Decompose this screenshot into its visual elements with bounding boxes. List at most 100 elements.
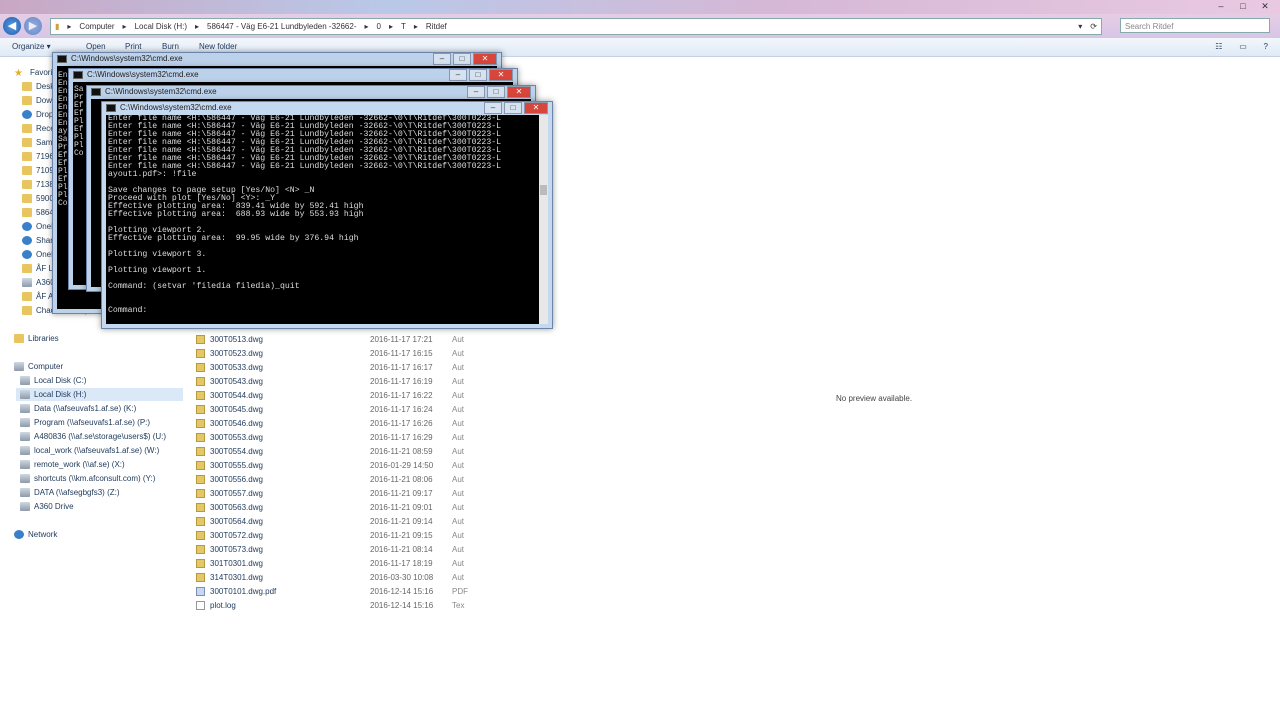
nav-drive[interactable]: shortcuts (\\km.afconsult.com) (Y:)	[20, 472, 155, 485]
dwg-file-icon	[196, 502, 205, 512]
scrollbar-thumb[interactable]	[540, 185, 547, 195]
address-row: ◀ ▶ ▮ ▸ Computer ▸ Local Disk (H:) ▸ 586447…	[0, 14, 1280, 38]
burn-button[interactable]: Burn	[162, 42, 179, 51]
nav-libraries[interactable]: Libraries	[14, 332, 59, 345]
text-file-icon	[196, 600, 205, 610]
nav-computer[interactable]: Computer	[14, 360, 63, 373]
file-row[interactable]: 300T0563.dwg 2016-11-21 09:01 Aut	[196, 500, 476, 514]
breadcrumb-segment[interactable]: T	[401, 22, 406, 31]
new-folder-button[interactable]: New folder	[199, 42, 237, 51]
maximize-button[interactable]: □	[469, 69, 487, 81]
minimize-button[interactable]: –	[484, 102, 502, 114]
preview-pane-icon[interactable]: ▭	[1239, 42, 1247, 51]
file-row[interactable]: 300T0573.dwg 2016-11-21 08:14 Aut	[196, 542, 476, 556]
file-row[interactable]: 300T0523.dwg 2016-11-17 16:15 Aut	[196, 346, 476, 360]
folder-icon	[22, 96, 32, 105]
back-arrow-icon[interactable]: ◀	[3, 17, 21, 35]
close-button[interactable]: ✕	[524, 102, 548, 114]
dwg-file-icon	[196, 362, 205, 372]
dropdown-icon[interactable]: ▾	[1078, 22, 1082, 31]
minimize-button[interactable]: –	[1210, 0, 1232, 12]
open-button[interactable]: Open	[86, 42, 106, 51]
minimize-button[interactable]: –	[449, 69, 467, 81]
onedrive-icon	[22, 222, 32, 231]
nav-favorite-item[interactable]: 7138	[22, 178, 54, 191]
breadcrumb-segment[interactable]: Local Disk (H:)	[135, 22, 187, 31]
file-row[interactable]: 300T0533.dwg 2016-11-17 16:17 Aut	[196, 360, 476, 374]
folder-icon	[22, 166, 32, 175]
file-row[interactable]: 300T0513.dwg 2016-11-17 17:21 Aut	[196, 332, 476, 346]
nav-drive[interactable]: DATA (\\afsegbgfs3) (Z:)	[20, 486, 120, 499]
refresh-icon[interactable]: ⟳	[1090, 22, 1097, 31]
nav-drive-selected[interactable]: Local Disk (H:)	[16, 388, 183, 401]
close-button[interactable]: ✕	[473, 53, 497, 65]
view-options-icon[interactable]: ☷	[1215, 42, 1222, 51]
nav-favorite-item[interactable]: 7196	[22, 150, 54, 163]
file-row[interactable]: 300T0557.dwg 2016-11-21 09:17 Aut	[196, 486, 476, 500]
nav-drive[interactable]: Data (\\afseuvafs1.af.se) (K:)	[20, 402, 136, 415]
console-line: Command:	[108, 306, 148, 315]
file-row[interactable]: 300T0556.dwg 2016-11-21 08:06 Aut	[196, 472, 476, 486]
file-row[interactable]: plot.log 2016-12-14 15:16 Tex	[196, 598, 476, 612]
maximize-button[interactable]: □	[487, 86, 505, 98]
dwg-file-icon	[196, 334, 205, 344]
file-row[interactable]: 300T0555.dwg 2016-01-29 14:50 Aut	[196, 458, 476, 472]
console-scrollbar[interactable]	[539, 115, 548, 324]
folder-icon	[22, 292, 32, 301]
organize-button[interactable]: Organize ▾	[12, 42, 51, 51]
file-row[interactable]: 314T0301.dwg 2016-03-30 10:08 Aut	[196, 570, 476, 584]
minimize-button[interactable]: –	[467, 86, 485, 98]
close-button[interactable]: ✕	[489, 69, 513, 81]
sharepoint-icon	[22, 236, 32, 245]
libraries-icon	[14, 334, 24, 343]
nav-favorite-item[interactable]: 5900	[22, 192, 54, 205]
breadcrumb-segment[interactable]: Computer	[79, 22, 114, 31]
file-row[interactable]: 300T0101.dwg.pdf 2016-12-14 15:16 PDF	[196, 584, 476, 598]
nav-drive[interactable]: Local Disk (C:)	[20, 374, 86, 387]
forward-arrow-icon[interactable]: ▶	[24, 17, 42, 35]
minimize-button[interactable]: –	[433, 53, 451, 65]
dwg-file-icon	[196, 474, 205, 484]
network-drive-icon	[20, 404, 30, 413]
nav-network[interactable]: Network	[14, 528, 57, 541]
folder-icon	[22, 194, 32, 203]
close-button[interactable]: ✕	[507, 86, 531, 98]
nav-drive[interactable]: Program (\\afseuvafs1.af.se) (P:)	[20, 416, 150, 429]
file-row[interactable]: 300T0543.dwg 2016-11-17 16:19 Aut	[196, 374, 476, 388]
folder-icon	[22, 82, 32, 91]
file-row[interactable]: 301T0301.dwg 2016-11-17 18:19 Aut	[196, 556, 476, 570]
nav-drive[interactable]: A360 Drive	[20, 500, 74, 513]
breadcrumb-segment[interactable]: 586447 - Väg E6-21 Lundbyleden -32662-	[207, 22, 356, 31]
close-button[interactable]: ✕	[1254, 0, 1276, 12]
onedrive-icon	[22, 250, 32, 259]
file-row[interactable]: 300T0554.dwg 2016-11-21 08:59 Aut	[196, 444, 476, 458]
maximize-button[interactable]: □	[504, 102, 522, 114]
search-input[interactable]: Search Ritdef	[1120, 18, 1270, 33]
dwg-file-icon	[196, 460, 205, 470]
breadcrumb-segment[interactable]: 0	[377, 22, 381, 31]
help-icon[interactable]: ?	[1264, 42, 1268, 51]
file-row[interactable]: 300T0546.dwg 2016-11-17 16:26 Aut	[196, 416, 476, 430]
cmd-console[interactable]: Enter file name <H:\586447 - Väg E6-21 L…	[106, 115, 548, 324]
nav-favorite-item[interactable]: 5864	[22, 206, 54, 219]
nav-drive[interactable]: local_work (\\afseuvafs1.af.se) (W:)	[20, 444, 159, 457]
dwg-file-icon	[196, 348, 205, 358]
nav-favorite-item[interactable]: 7109	[22, 164, 54, 177]
maximize-button[interactable]: □	[453, 53, 471, 65]
breadcrumb-segment[interactable]: Ritdef	[426, 22, 447, 31]
cmd-window-active[interactable]: C:\Windows\system32\cmd.exe – □ ✕ Enter fi…	[101, 101, 553, 329]
maximize-button[interactable]: □	[1232, 0, 1254, 12]
file-row[interactable]: 300T0564.dwg 2016-11-21 09:14 Aut	[196, 514, 476, 528]
dropbox-icon	[22, 110, 32, 119]
network-drive-icon	[20, 418, 30, 427]
address-bar[interactable]: ▮ ▸ Computer ▸ Local Disk (H:) ▸ 586447 - V…	[50, 18, 1102, 35]
print-button[interactable]: Print	[125, 42, 141, 51]
file-row[interactable]: 300T0544.dwg 2016-11-17 16:22 Aut	[196, 388, 476, 402]
network-drive-icon	[20, 488, 30, 497]
file-row[interactable]: 300T0545.dwg 2016-11-17 16:24 Aut	[196, 402, 476, 416]
file-row[interactable]: 300T0572.dwg 2016-11-21 09:15 Aut	[196, 528, 476, 542]
nav-drive[interactable]: A480836 (\\af.se\storage\users$) (U:)	[20, 430, 166, 443]
nav-drive[interactable]: remote_work (\\af.se) (X:)	[20, 458, 125, 471]
file-row[interactable]: 300T0553.dwg 2016-11-17 16:29 Aut	[196, 430, 476, 444]
